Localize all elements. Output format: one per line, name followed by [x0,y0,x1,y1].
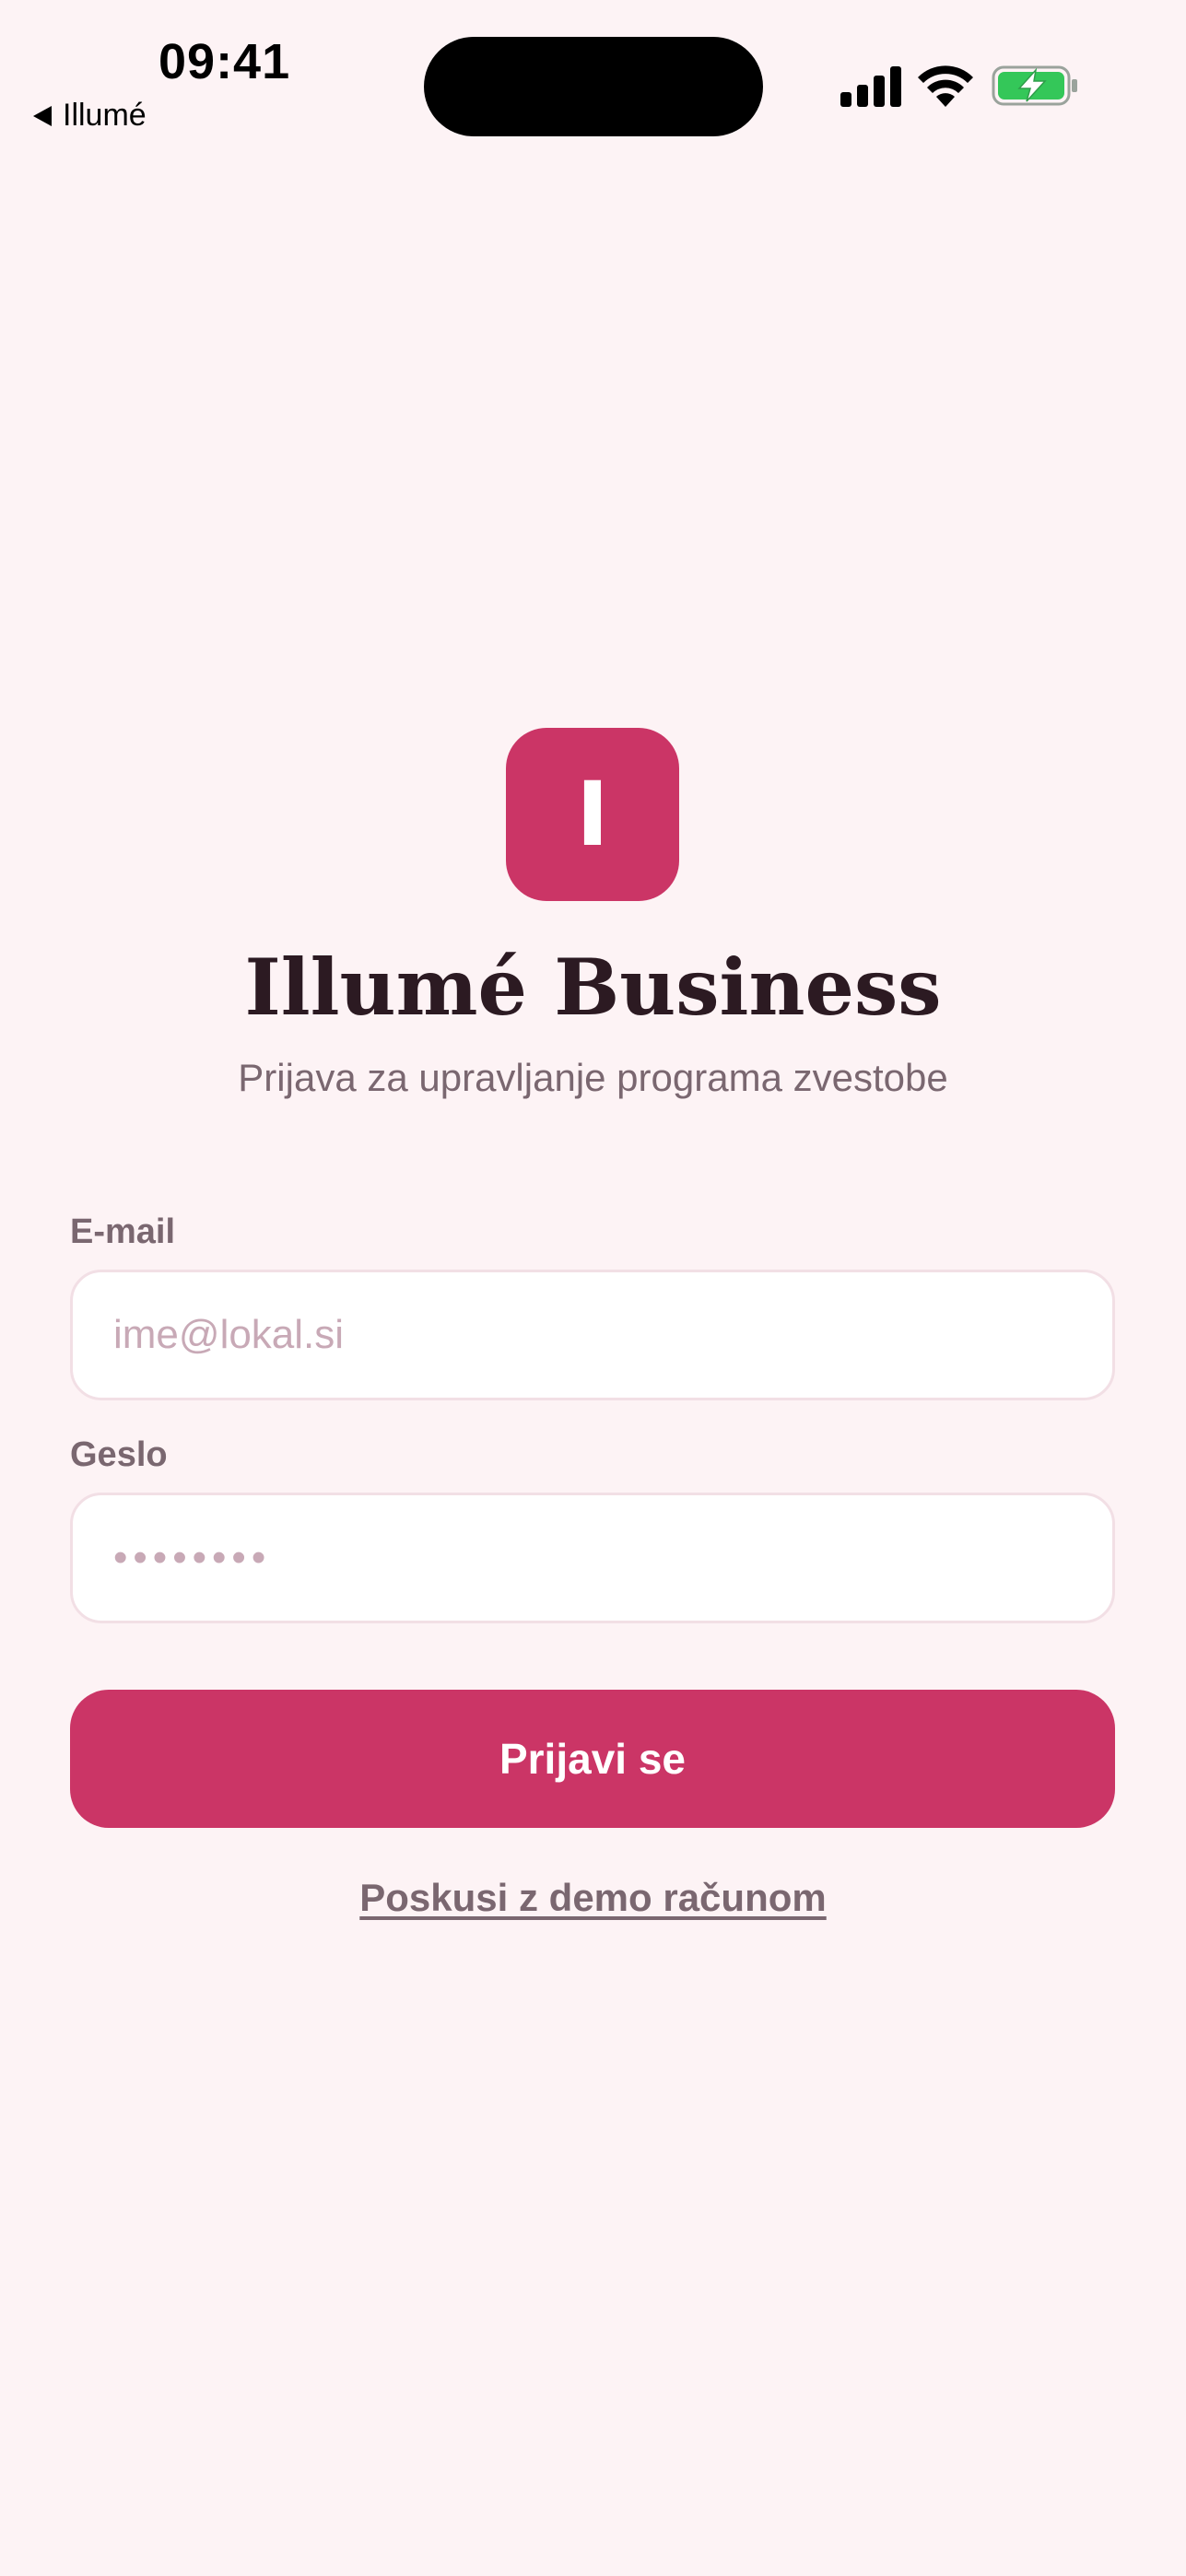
logo-letter: I [576,763,609,866]
password-label: Geslo [70,1435,168,1474]
cellular-signal-icon [840,66,901,107]
email-label: E-mail [70,1212,176,1251]
email-field[interactable] [113,1272,1112,1398]
back-to-app-link[interactable]: Illumé [33,98,147,134]
back-arrow-icon [33,105,52,126]
wifi-icon [918,65,973,107]
login-button[interactable]: Prijavi se [70,1690,1115,1828]
app-logo: I [506,728,679,901]
status-bar-time: 09:41 [159,34,291,89]
demo-account-link[interactable]: Poskusi z demo računom [0,1876,1186,1920]
email-field-container[interactable] [70,1270,1115,1400]
page-subtitle: Prijava za upravljanje programa zvestobe [238,1056,948,1099]
battery-charging-icon [992,65,1077,106]
dynamic-island [424,37,763,136]
page-title: Illumé Business [244,942,942,1033]
password-field-container[interactable] [70,1493,1115,1623]
back-link-label: Illumé [63,98,147,133]
password-field[interactable] [113,1495,1112,1621]
